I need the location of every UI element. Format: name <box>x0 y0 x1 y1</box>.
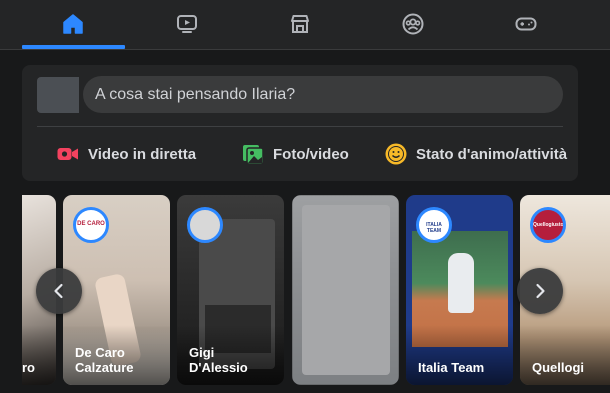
story-avatar-badge: ITALIA TEAM <box>426 222 442 234</box>
live-video-label: Video in diretta <box>88 145 197 163</box>
post-composer: A cosa stai pensando Ilaria? Video in di… <box>22 65 578 181</box>
stories-previous-button[interactable] <box>36 268 82 314</box>
groups-icon <box>402 13 424 35</box>
tab-marketplace[interactable] <box>250 0 350 48</box>
story-card[interactable] <box>292 195 399 385</box>
chevron-left-icon <box>54 283 63 299</box>
tab-groups[interactable] <box>363 0 463 48</box>
composer-placeholder: A cosa stai pensando Ilaria? <box>95 85 296 103</box>
story-author-name: Quellogi <box>532 360 584 375</box>
story-author-name: De Caro Calzature <box>75 345 134 375</box>
story-author-name: ro <box>22 360 35 375</box>
story-blurred-content <box>302 205 390 375</box>
story-player-figure <box>448 253 474 313</box>
story-avatar <box>187 207 223 243</box>
stories-next-button[interactable] <box>517 268 563 314</box>
photo-video-icon <box>243 145 264 165</box>
marketplace-icon <box>291 15 309 33</box>
chevron-right-icon <box>536 283 545 299</box>
feeling-smiley-icon <box>385 143 407 165</box>
live-video-button[interactable]: Video in diretta <box>56 139 196 169</box>
feeling-activity-button[interactable]: Stato d'animo/attività <box>384 139 567 169</box>
top-navigation-bar <box>0 0 610 50</box>
gaming-icon <box>515 17 537 31</box>
tab-home[interactable] <box>23 0 123 48</box>
story-avatar-badge: DE CARO <box>77 221 105 227</box>
feeling-activity-label: Stato d'animo/attività <box>416 145 568 163</box>
story-avatar: Quellogiusto <box>530 207 566 243</box>
story-avatar-badge: Quellogiusto <box>533 222 564 228</box>
story-avatar: ITALIA TEAM <box>416 207 452 243</box>
divider <box>37 126 563 127</box>
active-tab-indicator <box>22 45 125 49</box>
home-icon <box>63 14 83 34</box>
tab-watch[interactable] <box>137 0 237 48</box>
tab-gaming[interactable] <box>476 0 576 48</box>
whats-on-your-mind-input[interactable]: A cosa stai pensando Ilaria? <box>83 76 563 113</box>
watch-video-icon <box>177 15 197 33</box>
story-avatar: DE CARO <box>73 207 109 243</box>
stories-carousel: ro DE CARO De Caro Calzature Gigi D'Ales… <box>0 195 610 385</box>
story-author-name: Gigi D'Alessio <box>189 345 248 375</box>
photo-video-button[interactable]: Foto/video <box>241 139 349 169</box>
live-video-icon <box>57 148 78 160</box>
story-card[interactable]: ITALIA TEAM Italia Team <box>406 195 513 385</box>
avatar[interactable] <box>37 77 79 113</box>
photo-video-label: Foto/video <box>273 145 349 163</box>
story-card[interactable]: Gigi D'Alessio <box>177 195 284 385</box>
story-author-name: Italia Team <box>418 360 485 375</box>
